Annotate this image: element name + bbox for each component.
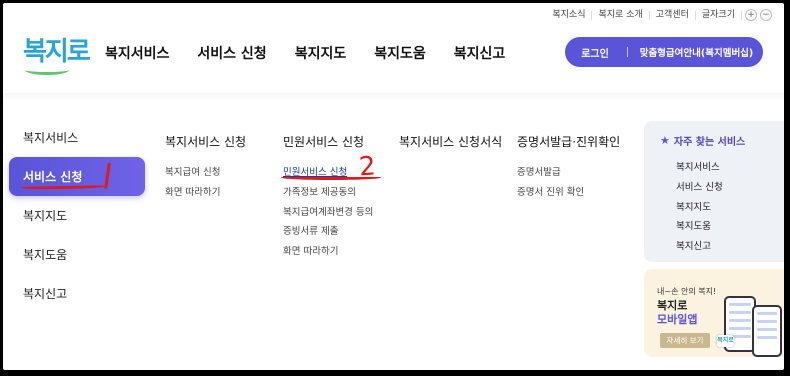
menu-link-issue-certificate[interactable]: 증명서발급 (517, 163, 620, 183)
util-link-support[interactable]: 고객센터 (650, 10, 696, 20)
menu-column-certificates: 증명서발급·진위확인 증명서발급 증명서 진위 확인 (517, 133, 620, 203)
gnb-item-service-apply[interactable]: 서비스 신청 (197, 43, 266, 63)
favorites-title: ★ 자주 찾는 서비스 (660, 133, 745, 148)
login-button[interactable]: 로그인 (565, 45, 625, 60)
menu-link-family-info-consent[interactable]: 가족정보 제공동의 (283, 183, 373, 203)
column-title[interactable]: 복지서비스 신청서식 (399, 133, 502, 150)
favorite-services-box: ★ 자주 찾는 서비스 복지서비스 서비스 신청 복지지도 복지도움 복지신고 (644, 121, 784, 262)
side-item-welfare-help[interactable]: 복지도움 (3, 235, 148, 274)
gnb-item-welfare-service[interactable]: 복지서비스 (105, 43, 169, 63)
mobile-app-banner[interactable]: 내~손 안의 복지! 복지로 모바일앱 자세히 보기 복지로 (644, 269, 784, 357)
favorite-item-service-apply[interactable]: 서비스 신청 (676, 178, 723, 198)
gnb-item-welfare-help[interactable]: 복지도움 (374, 43, 426, 63)
column-title[interactable]: 복지서비스 신청 (165, 133, 246, 150)
banner-title-line2: 모바일앱 (657, 313, 698, 326)
login-bar: 로그인 맞춤형급여안내(복지멤버십) (565, 37, 763, 67)
menu-link-benefit-apply[interactable]: 복지급여 신청 (165, 163, 246, 183)
menu-column-forms: 복지서비스 신청서식 (399, 133, 502, 163)
menu-link-tutorial[interactable]: 화면 따라하기 (283, 242, 373, 262)
zoom-in-button[interactable]: + (745, 9, 757, 21)
logo-swoosh-icon (25, 65, 69, 75)
menu-link-account-change[interactable]: 복지급여계좌변경 등의 (283, 203, 373, 223)
phone-mockup-icon (752, 305, 782, 357)
login-bar-divider (627, 47, 628, 57)
utility-bar: 복지소식 복지로 소개 고객센터 글자크기 + − (546, 9, 772, 21)
util-link-news[interactable]: 복지소식 (546, 10, 593, 20)
star-icon: ★ (660, 134, 670, 147)
side-menu: 복지서비스 서비스 신청 복지지도 복지도움 복지신고 (3, 118, 148, 313)
menu-link-submit-documents[interactable]: 증빙서류 제출 (283, 222, 373, 242)
side-item-welfare-service[interactable]: 복지서비스 (3, 118, 148, 157)
favorite-item-welfare-report[interactable]: 복지신고 (676, 237, 723, 257)
gnb-item-welfare-report[interactable]: 복지신고 (454, 43, 506, 63)
annotation-mark-2: 2 (357, 151, 377, 183)
site-logo[interactable]: 복지로 (23, 31, 91, 75)
favorites-list: 복지서비스 서비스 신청 복지지도 복지도움 복지신고 (676, 158, 723, 257)
banner-tagline: 내~손 안의 복지! (657, 287, 717, 296)
side-item-welfare-map[interactable]: 복지지도 (3, 196, 148, 235)
header-shadow (3, 93, 784, 101)
side-item-service-apply[interactable]: 서비스 신청 (9, 157, 145, 196)
menu-column-welfare-apply: 복지서비스 신청 복지급여 신청 화면 따라하기 (165, 133, 246, 203)
gnb-item-welfare-map[interactable]: 복지지도 (295, 43, 347, 63)
column-title[interactable]: 증명서발급·진위확인 (517, 133, 620, 150)
site-logo-text: 복지로 (23, 37, 91, 67)
browser-viewport: 복지소식 복지로 소개 고객센터 글자크기 + − 복지로 복지서비스 서비스 … (3, 3, 784, 370)
side-item-label: 복지도움 (23, 248, 68, 262)
side-item-welfare-report[interactable]: 복지신고 (3, 274, 148, 313)
favorites-title-text: 자주 찾는 서비스 (673, 137, 746, 148)
side-item-label: 서비스 신청 (23, 170, 83, 184)
column-title[interactable]: 민원서비스 신청 (283, 133, 373, 150)
util-link-about[interactable]: 복지로 소개 (592, 10, 650, 20)
global-nav: 복지서비스 서비스 신청 복지지도 복지도움 복지신고 (105, 43, 505, 63)
menu-link-tutorial[interactable]: 화면 따라하기 (165, 183, 246, 203)
banner-detail-button[interactable]: 자세히 보기 (660, 333, 710, 348)
app-logo-icon: 복지로 (717, 335, 734, 347)
custom-benefit-guide-button[interactable]: 맞춤형급여안내(복지멤버십) (630, 45, 763, 59)
favorite-item-welfare-help[interactable]: 복지도움 (676, 217, 723, 237)
side-item-label: 복지서비스 (23, 131, 79, 145)
favorite-item-welfare-service[interactable]: 복지서비스 (676, 158, 723, 178)
util-font-size-label: 글자크기 (696, 10, 742, 20)
menu-link-verify-certificate[interactable]: 증명서 진위 확인 (517, 183, 620, 203)
side-item-label: 복지신고 (23, 287, 68, 301)
side-item-label: 복지지도 (23, 209, 68, 223)
favorite-item-welfare-map[interactable]: 복지지도 (676, 198, 723, 218)
zoom-out-button[interactable]: − (760, 9, 772, 21)
